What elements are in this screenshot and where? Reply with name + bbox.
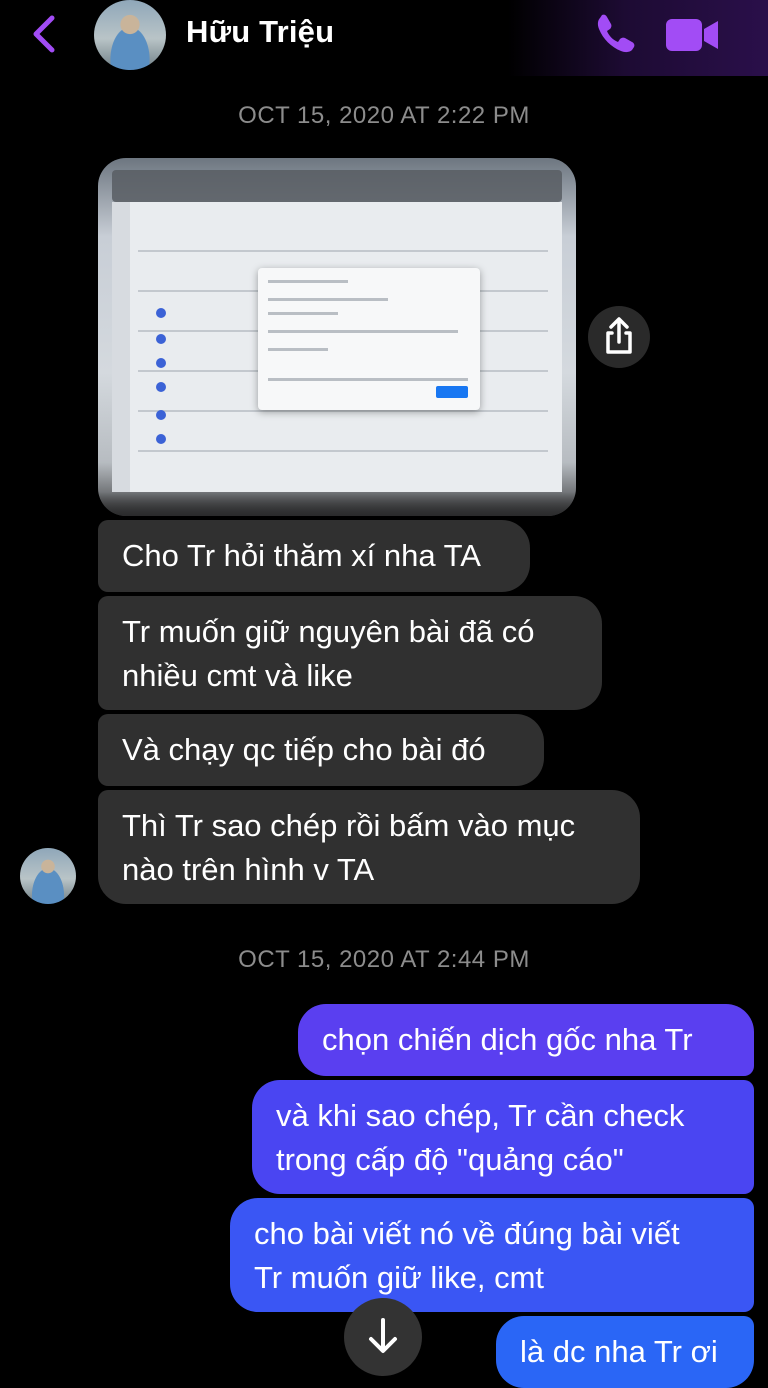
message-text: chọn chiến dịch gốc nha Tr	[322, 1022, 693, 1057]
share-button[interactable]	[588, 306, 650, 368]
message-text: Thì Tr sao chép rồi bấm vào mục	[122, 808, 576, 843]
outgoing-message[interactable]: chọn chiến dịch gốc nha Tr	[298, 1004, 754, 1076]
dialog-line	[268, 378, 468, 381]
sender-avatar[interactable]	[20, 848, 76, 904]
arrow-down-icon	[369, 1318, 397, 1353]
photo-message[interactable]	[98, 158, 576, 516]
message-text: cho bài viết nó về đúng bài viết	[254, 1216, 680, 1251]
photo-dot	[156, 308, 166, 318]
contact-name[interactable]: Hữu Triệu	[186, 14, 334, 50]
timestamp: OCT 15, 2020 AT 2:22 PM	[238, 102, 530, 129]
dialog-line	[268, 280, 348, 283]
message-text: nhiều cmt và like	[122, 658, 353, 693]
dialog-line	[268, 348, 328, 351]
photo-row	[138, 450, 548, 452]
photo-browser-bar	[112, 170, 562, 202]
chat-header: Hữu Triệu	[0, 0, 768, 76]
outgoing-message[interactable]: cho bài viết nó về đúng bài viết Tr muốn…	[230, 1198, 754, 1312]
video-camera-icon	[666, 19, 718, 51]
dialog-line	[268, 298, 388, 301]
scroll-to-bottom-button[interactable]	[344, 1298, 422, 1376]
message-text: trong cấp độ "quảng cáo"	[276, 1142, 624, 1177]
share-icon	[606, 317, 632, 354]
message-text: nào trên hình v TA	[122, 852, 375, 887]
photo-dot	[156, 358, 166, 368]
message-text: Tr muốn giữ nguyên bài đã có	[122, 614, 535, 649]
incoming-message[interactable]: Và chạy qc tiếp cho bài đó	[98, 714, 544, 786]
message-text: là dc nha Tr ơi	[520, 1334, 718, 1369]
incoming-message[interactable]: Thì Tr sao chép rồi bấm vào mục nào trên…	[98, 790, 640, 904]
dialog-copy-button	[436, 386, 468, 398]
incoming-message[interactable]: Tr muốn giữ nguyên bài đã có nhiều cmt v…	[98, 596, 602, 710]
phone-icon	[597, 14, 635, 53]
photo-copy-dialog	[258, 268, 480, 410]
photo-row	[138, 410, 548, 412]
outgoing-message[interactable]: và khi sao chép, Tr cần check trong cấp …	[252, 1080, 754, 1194]
dialog-line	[268, 312, 338, 315]
photo-sidebar	[112, 202, 130, 492]
contact-avatar[interactable]	[94, 0, 166, 70]
message-text: Và chạy qc tiếp cho bài đó	[122, 732, 486, 767]
video-call-button[interactable]	[664, 14, 720, 56]
timestamp: OCT 15, 2020 AT 2:44 PM	[238, 946, 530, 973]
photo-row	[138, 250, 548, 252]
call-button[interactable]	[592, 12, 640, 58]
outgoing-message[interactable]: là dc nha Tr ơi	[496, 1316, 754, 1388]
chevron-left-icon	[33, 15, 55, 53]
photo-dot	[156, 410, 166, 420]
photo-bottom-shadow	[98, 492, 576, 516]
message-text: và khi sao chép, Tr cần check	[276, 1098, 685, 1133]
message-text: Tr muốn giữ like, cmt	[254, 1260, 545, 1295]
message-text: Cho Tr hỏi thăm xí nha TA	[122, 538, 481, 573]
photo-dot	[156, 434, 166, 444]
incoming-message[interactable]: Cho Tr hỏi thăm xí nha TA	[98, 520, 530, 592]
photo-dot	[156, 334, 166, 344]
photo-dot	[156, 382, 166, 392]
back-button[interactable]	[26, 12, 66, 56]
dialog-line	[268, 330, 458, 333]
